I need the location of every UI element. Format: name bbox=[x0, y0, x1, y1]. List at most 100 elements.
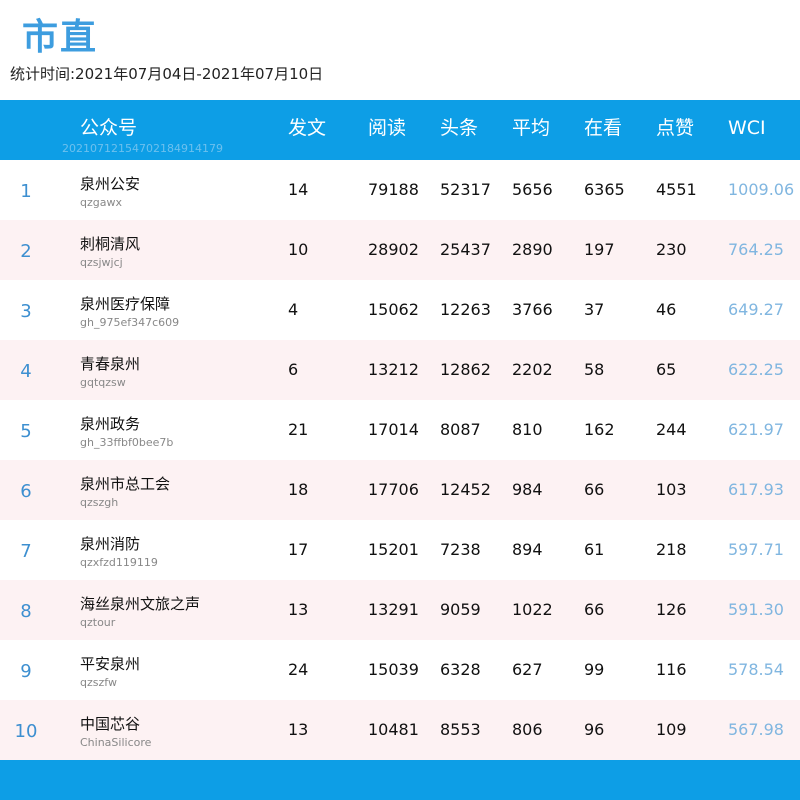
account-name: 海丝泉州文旅之声 bbox=[80, 595, 201, 613]
table-row: 5 泉州政务 gh_33ffbf0bee7b 21 17014 8087 810… bbox=[0, 400, 800, 460]
posts-value: 13 bbox=[288, 720, 309, 739]
account-id: gqtqzsw bbox=[80, 376, 126, 389]
account-id: gh_975ef347c609 bbox=[80, 316, 180, 329]
headline-value: 8553 bbox=[440, 720, 481, 739]
likes-value: 218 bbox=[656, 540, 687, 559]
account-id: gh_33ffbf0bee7b bbox=[80, 436, 174, 449]
avg-value: 984 bbox=[512, 480, 543, 499]
avg-value: 5656 bbox=[512, 180, 553, 199]
reads-value: 17014 bbox=[368, 420, 419, 439]
account-id: qzszgh bbox=[80, 496, 119, 509]
posts-value: 21 bbox=[288, 420, 309, 439]
headline-value: 7238 bbox=[440, 540, 481, 559]
account-id: qzsjwjcj bbox=[80, 256, 123, 269]
page-title: 市直 bbox=[22, 17, 99, 58]
posts-value: 14 bbox=[288, 180, 309, 199]
table-row: 2 刺桐清风 qzsjwjcj 10 28902 25437 2890 197 … bbox=[0, 220, 800, 280]
wci-value: 764.25 bbox=[728, 240, 784, 259]
avg-value: 3766 bbox=[512, 300, 553, 319]
account-id: ChinaSilicore bbox=[80, 736, 152, 749]
account-name: 泉州医疗保障 bbox=[80, 295, 171, 313]
headline-value: 25437 bbox=[440, 240, 491, 259]
reads-value: 10481 bbox=[368, 720, 419, 739]
likes-value: 103 bbox=[656, 480, 687, 499]
rank-number: 2 bbox=[20, 241, 32, 262]
looking-value: 61 bbox=[584, 540, 605, 559]
looking-value: 66 bbox=[584, 480, 605, 499]
headline-value: 6328 bbox=[440, 660, 481, 679]
headline-value: 52317 bbox=[440, 180, 491, 199]
looking-value: 37 bbox=[584, 300, 605, 319]
wci-value: 621.97 bbox=[728, 420, 784, 439]
posts-value: 17 bbox=[288, 540, 309, 559]
headline-value: 9059 bbox=[440, 600, 481, 619]
account-id: qzszfw bbox=[80, 676, 117, 689]
wci-value: 597.71 bbox=[728, 540, 784, 559]
likes-value: 109 bbox=[656, 720, 687, 739]
column-header-likes: 点赞 bbox=[656, 117, 695, 139]
rank-number: 8 bbox=[20, 601, 32, 622]
account-name: 青春泉州 bbox=[80, 355, 141, 373]
account-id: qzxfzd119119 bbox=[80, 556, 158, 569]
looking-value: 96 bbox=[584, 720, 605, 739]
likes-value: 116 bbox=[656, 660, 687, 679]
statistics-period: 统计时间:2021年07月04日-2021年07月10日 bbox=[10, 65, 324, 83]
avg-value: 627 bbox=[512, 660, 543, 679]
rank-number: 4 bbox=[20, 361, 32, 382]
headline-value: 8087 bbox=[440, 420, 481, 439]
rank-number: 7 bbox=[20, 541, 32, 562]
likes-value: 244 bbox=[656, 420, 687, 439]
wci-value: 622.25 bbox=[728, 360, 784, 379]
footer-bar bbox=[0, 760, 800, 800]
rank-number: 3 bbox=[20, 301, 32, 322]
looking-value: 66 bbox=[584, 600, 605, 619]
table-row: 9 平安泉州 qzszfw 24 15039 6328 627 99 116 5… bbox=[0, 640, 800, 700]
account-name: 中国芯谷 bbox=[80, 715, 141, 733]
headline-value: 12452 bbox=[440, 480, 491, 499]
posts-value: 4 bbox=[288, 300, 299, 319]
avg-value: 2202 bbox=[512, 360, 553, 379]
headline-value: 12862 bbox=[440, 360, 491, 379]
reads-value: 28902 bbox=[368, 240, 419, 259]
likes-value: 46 bbox=[656, 300, 677, 319]
column-header-looking: 在看 bbox=[584, 117, 623, 139]
reads-value: 17706 bbox=[368, 480, 419, 499]
account-name: 泉州公安 bbox=[80, 175, 141, 193]
reads-value: 15062 bbox=[368, 300, 419, 319]
table-row: 8 海丝泉州文旅之声 qztour 13 13291 9059 1022 66 … bbox=[0, 580, 800, 640]
headline-value: 12263 bbox=[440, 300, 491, 319]
wci-value: 1009.06 bbox=[728, 180, 795, 199]
table-row: 10 中国芯谷 ChinaSilicore 13 10481 8553 806 … bbox=[0, 700, 800, 760]
rank-number: 1 bbox=[20, 181, 32, 202]
likes-value: 126 bbox=[656, 600, 687, 619]
reads-value: 13212 bbox=[368, 360, 419, 379]
avg-value: 806 bbox=[512, 720, 543, 739]
ranking-table: 1 泉州公安 qzgawx 14 79188 52317 5656 6365 4… bbox=[0, 160, 800, 760]
posts-value: 10 bbox=[288, 240, 309, 259]
table-row: 1 泉州公安 qzgawx 14 79188 52317 5656 6365 4… bbox=[0, 160, 800, 220]
avg-value: 2890 bbox=[512, 240, 553, 259]
avg-value: 810 bbox=[512, 420, 543, 439]
column-header-avg: 平均 bbox=[512, 117, 551, 139]
table-row: 6 泉州市总工会 qzszgh 18 17706 12452 984 66 10… bbox=[0, 460, 800, 520]
avg-value: 1022 bbox=[512, 600, 553, 619]
likes-value: 4551 bbox=[656, 180, 697, 199]
account-name: 平安泉州 bbox=[80, 655, 141, 673]
reads-value: 15039 bbox=[368, 660, 419, 679]
wci-value: 578.54 bbox=[728, 660, 784, 679]
rank-number: 10 bbox=[14, 721, 38, 742]
likes-value: 230 bbox=[656, 240, 687, 259]
rank-number: 9 bbox=[20, 661, 32, 682]
looking-value: 58 bbox=[584, 360, 605, 379]
reads-value: 79188 bbox=[368, 180, 419, 199]
looking-value: 99 bbox=[584, 660, 605, 679]
table-row: 7 泉州消防 qzxfzd119119 17 15201 7238 894 61… bbox=[0, 520, 800, 580]
column-header-headline: 头条 bbox=[440, 117, 479, 139]
table-row: 3 泉州医疗保障 gh_975ef347c609 4 15062 12263 3… bbox=[0, 280, 800, 340]
column-header-reads: 阅读 bbox=[368, 117, 407, 139]
reads-value: 15201 bbox=[368, 540, 419, 559]
posts-value: 6 bbox=[288, 360, 299, 379]
account-id: qzgawx bbox=[80, 196, 122, 209]
posts-value: 18 bbox=[288, 480, 309, 499]
account-id: qztour bbox=[80, 616, 116, 629]
